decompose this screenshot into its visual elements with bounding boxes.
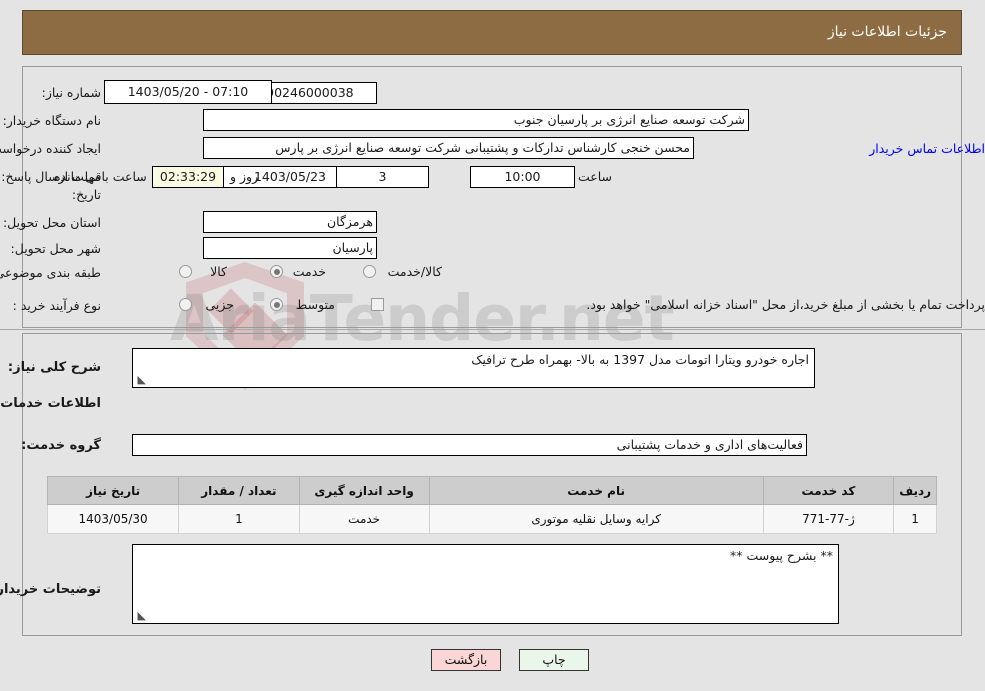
th-code: کد خدمت xyxy=(762,476,895,505)
service-group-field[interactable]: فعالیت‌های اداری و خدمات پشتیبانی xyxy=(132,434,807,456)
cell-code: ژ-77-771 xyxy=(762,504,895,534)
deadline-countdown-field: 02:33:29 xyxy=(152,166,224,188)
announce-datetime-field[interactable]: 07:10 - 1403/05/20 xyxy=(104,80,272,104)
announce-datetime-value: 07:10 - 1403/05/20 xyxy=(127,84,249,99)
cell-unit: خدمت xyxy=(298,504,430,534)
th-name: نام خدمت xyxy=(428,476,764,505)
islamic-treasury-label: پرداخت تمام یا بخشی از مبلغ خرید،از محل … xyxy=(586,297,985,312)
request-creator-label: ایجاد کننده درخواست: xyxy=(0,141,101,156)
deadline-countdown-suffix: ساعت باقی مانده xyxy=(54,169,147,184)
need-number-label: شماره نیاز: xyxy=(41,85,101,100)
cell-name: کرایه وسایل نقلیه موتوری xyxy=(428,504,764,534)
deadline-countdown-value: 02:33:29 xyxy=(159,169,217,184)
table-row: 1 ژ-77-771 کرایه وسایل نقلیه موتوری خدمت… xyxy=(46,504,937,534)
services-table: ردیف کد خدمت نام خدمت واحد اندازه گیری ت… xyxy=(46,476,937,534)
radio-category-kala[interactable] xyxy=(179,265,192,278)
resize-grip-icon-2[interactable]: ◣ xyxy=(136,610,146,621)
buyer-notes-label: توضیحات خریدار: xyxy=(0,582,101,597)
radio-category-kala-khedmat-label: کالا/خدمت xyxy=(387,264,442,279)
page-root: AriaTender.net جزئیات اطلاعات نیاز شماره… xyxy=(0,0,985,691)
deadline-days-suffix: روز و xyxy=(230,169,259,184)
buyer-org-field[interactable]: شرکت توسعه صنایع انرژی بر پارسیان جنوب xyxy=(203,109,749,131)
buyer-notes-value: ** بشرح پیوست ** xyxy=(730,548,833,563)
delivery-province-label: استان محل تحویل: xyxy=(2,215,101,230)
service-group-label: گروه خدمت: xyxy=(21,438,101,453)
subject-category-label: طبقه بندی موضوعی: xyxy=(0,265,101,280)
radio-category-kala-khedmat[interactable] xyxy=(363,265,376,278)
cell-qty: 1 xyxy=(178,504,300,534)
deadline-label-line2: تاریخ: xyxy=(71,187,101,202)
purchase-process-label: نوع فرآیند خرید : xyxy=(12,298,101,313)
deadline-hour-label: ساعت xyxy=(577,169,612,184)
buyer-contact-link[interactable]: اطلاعات تماس خریدار xyxy=(157,141,985,156)
service-group-value: فعالیت‌های اداری و خدمات پشتیبانی xyxy=(616,437,803,452)
section-divider-1 xyxy=(0,329,985,330)
th-unit: واحد اندازه گیری xyxy=(298,476,430,505)
back-button[interactable]: بازگشت xyxy=(431,649,501,671)
buyer-notes-textarea[interactable]: ** بشرح پیوست ** ◣ xyxy=(132,544,839,624)
page-header-bar: جزئیات اطلاعات نیاز xyxy=(22,10,962,55)
deadline-hour-value: 10:00 xyxy=(504,169,541,184)
radio-process-motevaset[interactable] xyxy=(270,298,283,311)
table-header-row: ردیف کد خدمت نام خدمت واحد اندازه گیری ت… xyxy=(46,476,937,505)
deadline-days-value: 3 xyxy=(378,169,387,184)
buyer-org-value: شرکت توسعه صنایع انرژی بر پارسیان جنوب xyxy=(513,112,745,127)
page-title: جزئیات اطلاعات نیاز xyxy=(827,24,947,40)
radio-category-khedmat[interactable] xyxy=(270,265,283,278)
radio-category-khedmat-label: خدمت xyxy=(292,264,326,279)
print-button[interactable]: چاپ xyxy=(519,649,589,671)
radio-process-jozi[interactable] xyxy=(179,298,192,311)
need-summary-panel xyxy=(22,66,962,328)
buyer-org-label: نام دستگاه خریدار: xyxy=(2,113,101,128)
delivery-province-value: هرمزگان xyxy=(326,214,373,229)
deadline-days-field[interactable]: 3 xyxy=(336,166,429,188)
th-radif: ردیف xyxy=(893,476,937,505)
services-section-title: اطلاعات خدمات مورد نیاز xyxy=(0,396,101,411)
radio-category-kala-label: کالا xyxy=(210,264,227,279)
cell-radif: 1 xyxy=(893,504,937,534)
th-date: تاریخ نیاز xyxy=(46,476,180,505)
th-qty: تعداد / مقدار xyxy=(178,476,300,505)
delivery-city-value: پارسیان xyxy=(332,240,373,255)
delivery-city-field[interactable]: پارسیان xyxy=(203,237,377,259)
delivery-province-field[interactable]: هرمزگان xyxy=(203,211,377,233)
general-description-value: اجاره خودرو ویتارا اتومات مدل 1397 به با… xyxy=(471,352,809,367)
general-description-textarea[interactable]: اجاره خودرو ویتارا اتومات مدل 1397 به با… xyxy=(132,348,815,388)
deadline-hour-field[interactable]: 10:00 xyxy=(470,166,575,188)
delivery-city-label: شهر محل تحویل: xyxy=(10,241,101,256)
cell-date: 1403/05/30 xyxy=(46,504,180,534)
resize-grip-icon[interactable]: ◣ xyxy=(136,374,146,385)
islamic-treasury-checkbox[interactable] xyxy=(371,298,384,311)
general-description-label: شرح کلی نیاز: xyxy=(7,360,101,375)
